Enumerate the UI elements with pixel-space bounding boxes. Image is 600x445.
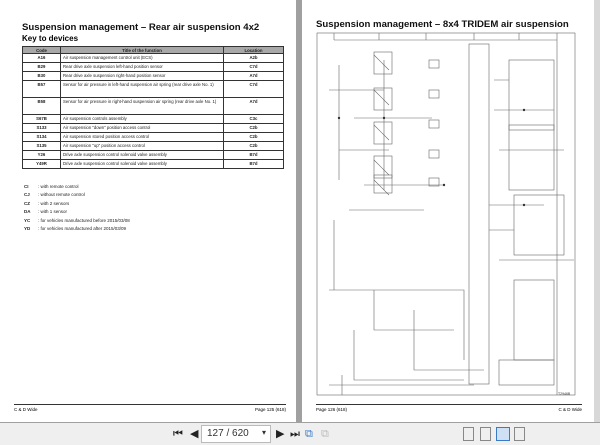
device-code: S67B — [22, 114, 61, 124]
location: C2b — [223, 141, 284, 151]
location: C3c — [223, 114, 284, 124]
page-number-select[interactable]: 127 / 620 ▾ — [201, 425, 271, 443]
device-code: Y26 — [22, 150, 61, 160]
table-row: S133 Air suspension "down" position acces… — [22, 123, 284, 133]
navigation-toolbar: ⏮ ◀ 127 / 620 ▾ ▶ ⏭ ⧉ ⧉ — [0, 423, 600, 445]
table-row: A16 Air suspension management control uni… — [22, 53, 284, 63]
devices-table: Code Title of the function Location A16 A… — [22, 46, 284, 169]
section-heading: Key to devices — [22, 34, 79, 43]
table-row: B58 Sensor for air pressure in right-hand… — [22, 97, 284, 115]
column-header: Code — [22, 46, 61, 54]
function-title: Air suspension management control unit (… — [60, 53, 224, 63]
table-row: S67B Air suspension controls assembly C3c — [22, 114, 284, 124]
note-item: YC : for vehicles manufactured before 201… — [24, 218, 130, 226]
location: C2b — [223, 132, 284, 142]
function-title: Air suspension "down" position access co… — [60, 123, 224, 133]
note-code: YC — [24, 217, 31, 223]
location: A2b — [223, 53, 284, 63]
function-title: Drive axle suspension control solenoid v… — [60, 150, 224, 160]
device-code: S135 — [22, 141, 61, 151]
note-text: : without remote control — [38, 192, 85, 198]
device-code: B29 — [22, 62, 61, 72]
location: C7d — [223, 80, 284, 98]
continuous-view-icon[interactable] — [480, 427, 491, 441]
last-page-icon[interactable]: ⏭ — [290, 427, 300, 441]
previous-page-icon[interactable]: ◀ — [190, 427, 198, 441]
table-row: Y49R Drive axle suspension control soleno… — [22, 159, 284, 169]
page-title: Suspension management – 8x4 TRIDEM air s… — [316, 19, 569, 30]
note-text: : with 2 sensors — [38, 200, 70, 206]
notes-list: CI : with remote control CJ : without remot… — [24, 184, 130, 234]
first-page-icon[interactable]: ⏮ — [173, 427, 183, 441]
note-text: : with 1 sensor — [38, 209, 68, 215]
table-row: S135 Air suspension "up" position access … — [22, 141, 284, 151]
two-page-continuous-view-icon[interactable] — [514, 427, 525, 441]
footer-right: C & D Wide — [558, 407, 582, 412]
device-code: S133 — [22, 123, 61, 133]
note-text: : for vehicles manufactured after 2015/0… — [38, 225, 127, 231]
note-code: CJ — [24, 192, 30, 198]
note-code: CI — [24, 184, 29, 189]
device-code: S134 — [22, 132, 61, 142]
chevron-down-icon: ▾ — [261, 428, 266, 437]
note-code: YD — [24, 225, 31, 231]
note-item: CZ : with 2 sensors — [24, 201, 130, 209]
footer-right: Page 125 (618) — [254, 407, 286, 412]
location: C2b — [223, 123, 284, 133]
note-text: : for vehicles manufactured before 2015/… — [38, 217, 130, 223]
function-title: Air suspension stored position access co… — [60, 132, 224, 142]
note-item: DA : with 1 sensor — [24, 209, 130, 217]
function-title: Rear drive axle suspension left-hand pos… — [60, 62, 224, 72]
location: A7d — [223, 71, 284, 81]
note-item: CI : with remote control — [24, 184, 130, 192]
single-page-view-icon[interactable] — [463, 427, 474, 441]
right-page: Suspension management – 8x4 TRIDEM air s… — [302, 0, 594, 422]
vertical-scrollbar[interactable] — [594, 0, 600, 422]
note-item: YD : for vehicles manufactured after 2015… — [24, 226, 130, 234]
note-text: : with remote control — [38, 184, 79, 189]
device-code: Y49R — [22, 159, 61, 169]
left-page: Suspension management – Rear air suspens… — [0, 0, 296, 422]
page-footer: C & D Wide Page 125 (618) — [14, 404, 286, 412]
location: A7d — [223, 97, 284, 115]
location: C7d — [223, 62, 284, 72]
note-item: CJ : without remote control — [24, 192, 130, 200]
table-row: Y26 Drive axle suspension control solenoi… — [22, 150, 284, 160]
table-row: B30 Rear drive axle suspension right-hand… — [22, 71, 284, 81]
table-row: S134 Air suspension stored position acces… — [22, 132, 284, 142]
device-code: A16 — [22, 53, 61, 63]
device-code: B30 — [22, 71, 61, 81]
diagram-ref: T2946B — [558, 392, 571, 396]
page-number-value: 127 / 620 — [207, 428, 249, 439]
copy-page-icon[interactable]: ⧉ — [305, 427, 313, 441]
paste-page-icon[interactable]: ⧉ — [321, 427, 329, 441]
note-code: DA — [24, 209, 31, 215]
location: B7d — [223, 150, 284, 160]
footer-left: Page 126 (618) — [316, 407, 348, 412]
column-header: Location — [223, 46, 284, 54]
page-footer: Page 126 (618) C & D Wide — [316, 404, 582, 412]
device-code: B58 — [22, 97, 61, 115]
function-title: Sensor for air pressure in left-hand sus… — [60, 80, 224, 98]
function-title: Sensor for air pressure in right-hand su… — [60, 97, 224, 115]
function-title: Air suspension "up" position access cont… — [60, 141, 224, 151]
function-title: Drive axle suspension control solenoid v… — [60, 159, 224, 169]
wiring-diagram: T2946B — [316, 32, 576, 396]
function-title: Rear drive axle suspension right-hand po… — [60, 71, 224, 81]
device-code: B57 — [22, 80, 61, 98]
table-row: B29 Rear drive axle suspension left-hand … — [22, 62, 284, 72]
next-page-icon[interactable]: ▶ — [276, 427, 284, 441]
column-header: Title of the function — [60, 46, 224, 54]
footer-left: C & D Wide — [14, 407, 38, 412]
location: B7d — [223, 159, 284, 169]
function-title: Air suspension controls assembly — [60, 114, 224, 124]
note-code: CZ — [24, 200, 30, 206]
two-page-view-icon[interactable] — [496, 427, 510, 441]
table-row: B57 Sensor for air pressure in left-hand … — [22, 80, 284, 98]
page-title: Suspension management – Rear air suspens… — [22, 22, 260, 33]
